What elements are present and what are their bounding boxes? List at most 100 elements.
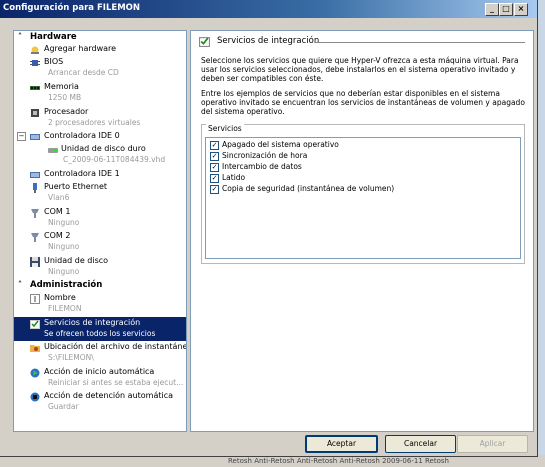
settings-detail-panel: Servicios de integración Seleccione los … (190, 30, 534, 432)
title-bar[interactable]: Configuración para FILEMON _ □ × (0, 0, 537, 18)
tree-item-controladora-ide-0[interactable]: − Controladora IDE 0 (14, 131, 186, 143)
tree-item-label: COM 2 (44, 231, 71, 240)
tree-item-detail: FILEMON (48, 304, 82, 313)
tree-item-label: Procesador (44, 107, 89, 116)
collapse-chevron-icon: ˄ (18, 32, 22, 41)
service-label: Intercambio de datos (222, 162, 302, 171)
service-checkbox-latido[interactable]: ✓ Latido (210, 173, 510, 183)
snapshot-folder-icon (30, 345, 40, 352)
maximize-button[interactable]: □ (499, 3, 513, 16)
expand-collapse-icon[interactable]: − (17, 132, 26, 141)
tree-item-nombre[interactable]: Nombre FILEMON (14, 293, 186, 315)
tree-item-label: Nombre (44, 293, 76, 302)
tree-item-unidad-disco[interactable]: Unidad de disco Ninguno (14, 256, 186, 278)
checkbox-check-icon[interactable]: ✓ (210, 152, 219, 161)
collapse-chevron-icon: ˄ (18, 280, 22, 289)
tree-item-label: Ubicación del archivo de instantánea (44, 342, 187, 351)
background-text: Retosh Anti-Retosh Anti-Retosh Anti-Reto… (228, 457, 449, 465)
name-field-icon (30, 294, 40, 304)
tree-item-procesador[interactable]: Procesador 2 procesadores virtuales (14, 107, 186, 129)
services-group-label: Servicios (206, 124, 244, 133)
tree-item-detail: S:\FILEMON\ (48, 353, 94, 362)
window-title: Configuración para FILEMON (3, 3, 140, 13)
tree-item-detail: C_2009-06-11T084439.vhd (63, 155, 166, 164)
service-label: Copia de seguridad (instantánea de volum… (222, 184, 395, 193)
tree-item-label: Controladora IDE 1 (44, 169, 120, 178)
integration-services-icon (30, 320, 40, 329)
tree-item-label: Unidad de disco duro (61, 144, 146, 153)
checkbox-check-icon[interactable]: ✓ (210, 174, 219, 183)
tree-item-com-1[interactable]: COM 1 Ninguno (14, 207, 186, 229)
service-checkbox-sincronizacion[interactable]: ✓ Sincronización de hora (210, 151, 510, 161)
tree-item-detail: Se ofrecen todos los servicios (44, 329, 156, 338)
tree-item-label: Servicios de integración (44, 318, 141, 327)
panel-header: Servicios de integración (199, 35, 525, 49)
com-port-icon (31, 209, 39, 218)
tree-item-ubicacion-instantanea[interactable]: Ubicación del archivo de instantánea S:\… (14, 342, 186, 364)
accept-button[interactable]: Aceptar (305, 435, 378, 453)
tree-item-accion-detencion[interactable]: Acción de detención automática Guardar (14, 391, 186, 413)
com-port-icon (31, 233, 39, 242)
close-button[interactable]: × (514, 3, 528, 16)
tree-item-detail: Reiniciar si antes se estaba ejecut... (48, 378, 184, 387)
tree-item-label: Acción de inicio automática (44, 367, 155, 376)
checkbox-check-icon[interactable]: ✓ (210, 185, 219, 194)
services-group: Servicios ✓ Apagado del sistema operativ… (201, 124, 525, 264)
automatic-start-icon (30, 368, 40, 378)
tree-item-detail: Ninguno (48, 267, 80, 276)
cancel-button[interactable]: Cancelar (385, 435, 456, 453)
checkbox-check-icon[interactable]: ✓ (210, 141, 219, 150)
memory-icon (30, 86, 40, 90)
integration-services-icon (199, 37, 210, 47)
section-administracion[interactable]: ˄ Administración (14, 280, 186, 292)
tree-item-accion-inicio[interactable]: Acción de inicio automática Reiniciar si… (14, 367, 186, 389)
section-hardware[interactable]: ˄ Hardware (14, 32, 186, 44)
service-checkbox-intercambio[interactable]: ✓ Intercambio de datos (210, 162, 510, 172)
tree-item-label: COM 1 (44, 207, 71, 216)
apply-button[interactable]: Aplicar (457, 435, 528, 453)
tree-item-label: Puerto Ethernet (44, 182, 107, 191)
header-divider (315, 42, 525, 43)
tree-item-bios[interactable]: BIOS Arrancar desde CD (14, 57, 186, 79)
service-label: Latido (222, 173, 246, 182)
bios-chip-icon (30, 60, 40, 66)
service-label: Sincronización de hora (222, 151, 308, 160)
floppy-disk-icon (30, 257, 40, 267)
service-label: Apagado del sistema operativo (222, 140, 339, 149)
minimize-button[interactable]: _ (485, 3, 499, 16)
tree-item-label: Agregar hardware (44, 44, 117, 53)
checkbox-check-icon[interactable]: ✓ (210, 163, 219, 172)
section-administracion-label: Administración (30, 280, 103, 290)
tree-item-agregar-hardware[interactable]: Agregar hardware (14, 44, 186, 56)
section-hardware-label: Hardware (30, 32, 77, 42)
hard-disk-icon (48, 148, 58, 153)
tree-item-detail: Vlan6 (48, 193, 70, 202)
description-paragraph-2: Entre los ejemplos de servicios que no d… (201, 89, 525, 116)
tree-item-detail: 2 procesadores virtuales (48, 118, 141, 127)
processor-icon (31, 109, 39, 117)
tree-item-label: Memoria (44, 82, 79, 91)
tree-item-unidad-disco-duro[interactable]: Unidad de disco duro C_2009-06-11T084439… (14, 144, 186, 166)
tree-item-label: Unidad de disco (44, 256, 109, 265)
tree-item-puerto-ethernet[interactable]: Puerto Ethernet Vlan6 (14, 182, 186, 204)
settings-dialog: Configuración para FILEMON _ □ × ˄ Hardw… (0, 0, 538, 457)
service-checkbox-apagado[interactable]: ✓ Apagado del sistema operativo (210, 140, 510, 150)
service-checkbox-copia-seguridad[interactable]: ✓ Copia de seguridad (instantánea de vol… (210, 184, 510, 194)
add-hardware-icon (31, 46, 39, 54)
ide-controller-icon (30, 134, 40, 140)
network-adapter-icon (33, 183, 37, 193)
tree-item-label: Controladora IDE 0 (44, 131, 120, 140)
minimize-icon: _ (490, 4, 494, 13)
maximize-icon: □ (502, 4, 510, 13)
tree-item-label: BIOS (44, 57, 64, 66)
tree-item-servicios-integracion[interactable]: Servicios de integración Se ofrecen todo… (14, 317, 186, 341)
tree-item-memoria[interactable]: Memoria 1250 MB (14, 82, 186, 104)
services-list: ✓ Apagado del sistema operativo ✓ Sincro… (205, 137, 521, 259)
automatic-stop-icon (30, 392, 40, 402)
tree-item-detail: 1250 MB (48, 93, 82, 102)
tree-item-com-2[interactable]: COM 2 Ninguno (14, 231, 186, 253)
tree-item-detail: Ninguno (48, 218, 80, 227)
tree-item-controladora-ide-1[interactable]: Controladora IDE 1 (14, 169, 186, 181)
description-paragraph-1: Seleccione los servicios que quiere que … (201, 56, 519, 83)
tree-item-label: Acción de detención automática (44, 391, 174, 400)
